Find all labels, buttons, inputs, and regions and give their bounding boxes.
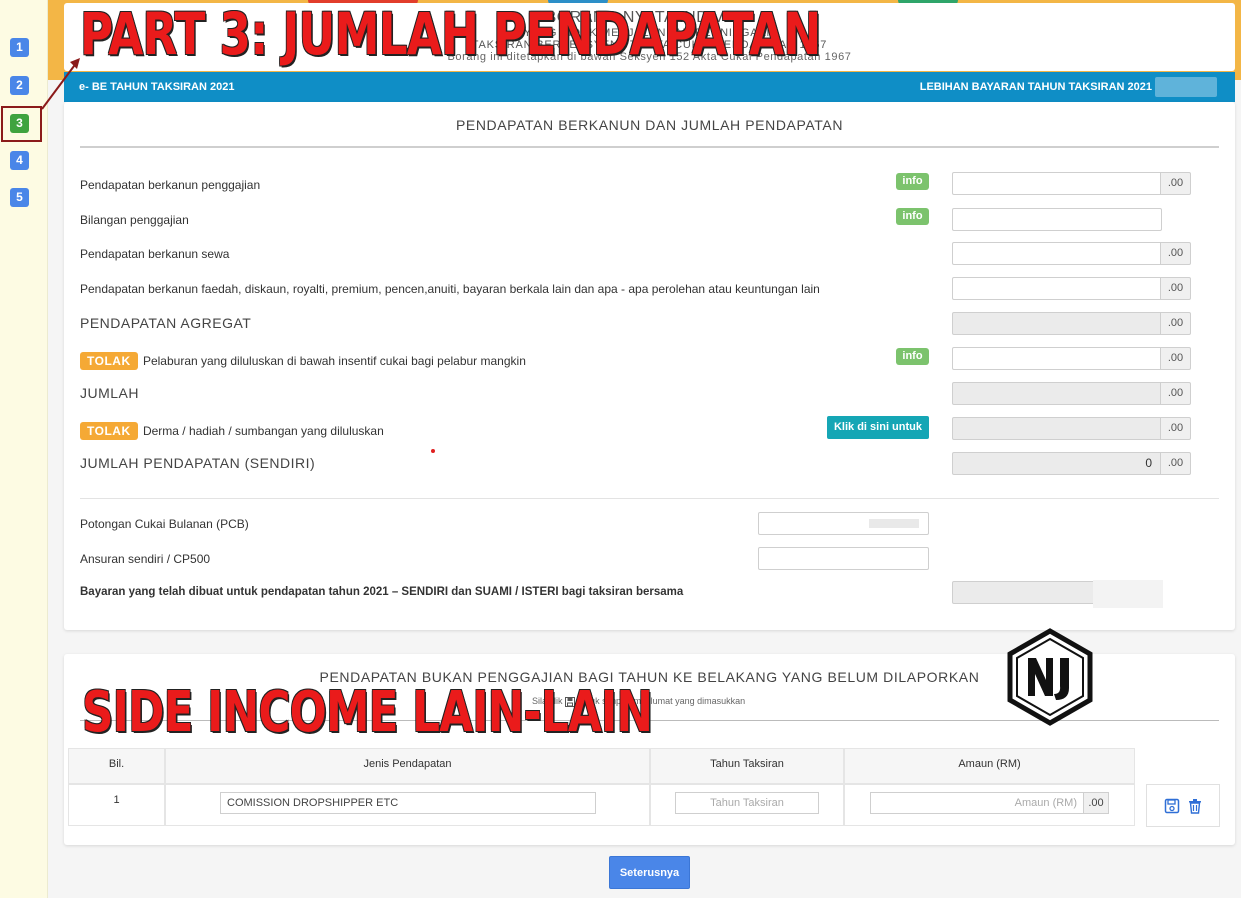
angel-investment-info-button[interactable]: info bbox=[896, 348, 929, 365]
step-rail: 1 2 3 4 5 bbox=[0, 0, 48, 898]
step-5-button[interactable]: 5 bbox=[10, 188, 29, 207]
tolak-badge: TOLAK bbox=[80, 422, 138, 440]
pcb-value-redacted bbox=[869, 519, 919, 528]
payments-made-value bbox=[952, 580, 1163, 608]
subtotal-value bbox=[952, 382, 1161, 405]
employment-income-input[interactable] bbox=[952, 172, 1161, 195]
aggregate-income-value bbox=[952, 312, 1161, 335]
col-jenis-header: Jenis Pendapatan bbox=[165, 748, 650, 784]
overpayment-label: LEBIHAN BAYARAN TAHUN TAKSIRAN 2021 bbox=[919, 81, 1152, 93]
donation-fill-button[interactable]: Klik di sini untuk isi bbox=[827, 416, 929, 456]
rent-income-label: Pendapatan berkanun sewa bbox=[80, 247, 230, 261]
col-amaun-header: Amaun (RM) bbox=[844, 748, 1135, 784]
decimal-suffix: .00 bbox=[1160, 242, 1191, 265]
tolak-badge: TOLAK bbox=[80, 352, 138, 370]
income-section: PENDAPATAN BERKANUN DAN JUMLAH PENDAPATA… bbox=[64, 102, 1235, 630]
angel-investment-row: TOLAK Pelaburan yang diluluskan di bawah… bbox=[80, 352, 526, 370]
nj-logo bbox=[1007, 628, 1093, 726]
decimal-suffix: .00 bbox=[1160, 172, 1191, 195]
subtotal-field: .00 bbox=[952, 382, 1192, 405]
payments-made-label: Bayaran yang telah dibuat untuk pendapat… bbox=[80, 586, 684, 598]
section-title: PENDAPATAN BERKANUN DAN JUMLAH PENDAPATA… bbox=[455, 117, 844, 133]
divider bbox=[80, 146, 1219, 148]
pcb-label: Potongan Cukai Bulanan (PCB) bbox=[80, 517, 249, 531]
employment-income-label: Pendapatan berkanun penggajian bbox=[80, 178, 261, 192]
side-income-overlay: SIDE INCOME LAIN-LAIN bbox=[82, 680, 653, 745]
donation-row: TOLAK Derma / hadiah / sumbangan yang di… bbox=[80, 422, 384, 440]
employment-count-info-button[interactable]: info bbox=[896, 208, 929, 225]
step-1-button[interactable]: 1 bbox=[10, 38, 29, 57]
part-title-overlay: PART 3: JUMLAH PENDAPATAN bbox=[80, 0, 821, 68]
decimal-suffix: .00 bbox=[1160, 417, 1191, 440]
row-jenis-cell: COMISSION DROPSHIPPER ETC bbox=[165, 784, 650, 826]
next-button[interactable]: Seterusnya bbox=[609, 856, 690, 889]
donation-value bbox=[952, 417, 1161, 440]
assessment-bar: e- BE TAHUN TAKSIRAN 2021 LEBIHAN BAYARA… bbox=[64, 72, 1235, 102]
donation-label: Derma / hadiah / sumbangan yang dilulusk… bbox=[142, 424, 384, 438]
trash-icon[interactable] bbox=[1187, 798, 1203, 814]
aggregate-income-field: .00 bbox=[952, 312, 1192, 335]
pcb-input[interactable] bbox=[758, 512, 929, 535]
row-amaun-cell: Amaun (RM) .00 bbox=[844, 784, 1135, 826]
rent-income-field: .00 bbox=[952, 242, 1192, 265]
angel-investment-field: .00 bbox=[952, 347, 1192, 370]
row-tahun-cell: Tahun Taksiran bbox=[650, 784, 844, 826]
assessment-year-label: e- BE TAHUN TAKSIRAN 2021 bbox=[79, 81, 235, 93]
rent-income-input[interactable] bbox=[952, 242, 1161, 265]
angel-investment-label: Pelaburan yang diluluskan di bawah insen… bbox=[142, 354, 526, 368]
step-2-button[interactable]: 2 bbox=[10, 76, 29, 95]
employment-count-input[interactable] bbox=[952, 208, 1162, 231]
row-actions bbox=[1146, 784, 1220, 827]
decimal-suffix: .00 bbox=[1160, 347, 1191, 370]
col-bil-header: Bil. bbox=[68, 748, 165, 784]
decimal-suffix: .00 bbox=[1160, 382, 1191, 405]
interest-income-input[interactable] bbox=[952, 277, 1161, 300]
step-highlight-box bbox=[1, 106, 42, 142]
donation-field: .00 bbox=[952, 417, 1192, 440]
decimal-suffix: .00 bbox=[1083, 792, 1109, 814]
total-income-label: JUMLAH PENDAPATAN (SENDIRI) bbox=[80, 455, 316, 471]
subtotal-label: JUMLAH bbox=[80, 385, 140, 401]
employment-info-button[interactable]: info bbox=[896, 173, 929, 190]
assessment-year-input[interactable]: Tahun Taksiran bbox=[675, 792, 819, 814]
decimal-suffix: .00 bbox=[1160, 277, 1191, 300]
employment-income-field: .00 bbox=[952, 172, 1192, 195]
employment-count-label: Bilangan penggajian bbox=[80, 213, 189, 227]
cp500-input[interactable] bbox=[758, 547, 929, 570]
cursor-dot bbox=[431, 449, 435, 453]
col-tahun-header: Tahun Taksiran bbox=[650, 748, 844, 784]
interest-income-label: Pendapatan berkanun faedah, diskaun, roy… bbox=[80, 282, 820, 296]
total-income-field: 0 .00 bbox=[952, 452, 1192, 475]
save-icon[interactable] bbox=[1164, 798, 1180, 814]
total-income-value: 0 bbox=[952, 452, 1161, 475]
decimal-suffix: .00 bbox=[1160, 312, 1191, 335]
overpayment-value-redacted bbox=[1155, 77, 1217, 97]
amount-input[interactable]: Amaun (RM) bbox=[870, 792, 1084, 814]
angel-investment-input[interactable] bbox=[952, 347, 1161, 370]
interest-income-field: .00 bbox=[952, 277, 1192, 300]
income-type-input[interactable]: COMISSION DROPSHIPPER ETC bbox=[220, 792, 596, 814]
row-bil-cell: 1 bbox=[68, 784, 165, 826]
decimal-suffix: .00 bbox=[1160, 452, 1191, 475]
payments-value-redacted bbox=[1093, 580, 1163, 608]
step-4-button[interactable]: 4 bbox=[10, 151, 29, 170]
divider bbox=[80, 498, 1219, 499]
aggregate-income-label: PENDAPATAN AGREGAT bbox=[80, 315, 252, 331]
cp500-label: Ansuran sendiri / CP500 bbox=[80, 552, 211, 566]
